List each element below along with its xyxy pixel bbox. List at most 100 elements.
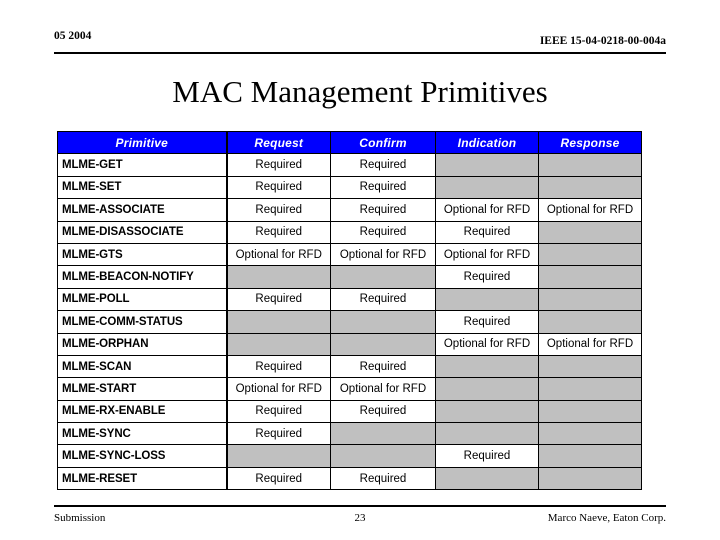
cell-request: Optional for RFD bbox=[226, 242, 331, 267]
cell-indication: Optional for RFD bbox=[435, 332, 539, 356]
cell-primitive-name: MLME-RX-ENABLE bbox=[57, 399, 228, 424]
cell-request bbox=[226, 310, 331, 334]
cell-primitive-name: MLME-SET bbox=[57, 175, 228, 200]
table-row: MLME-SET Required Required bbox=[57, 175, 642, 200]
cell-primitive-name: MLME-BEACON-NOTIFY bbox=[57, 265, 228, 289]
table-body: MLME-GET Required Required MLME-SET Required… bbox=[57, 153, 642, 491]
cell-confirm: Required bbox=[330, 153, 436, 177]
table-row: MLME-DISASSOCIATE Required Required Require… bbox=[57, 220, 642, 244]
cell-response bbox=[538, 153, 642, 177]
cell-indication bbox=[435, 422, 539, 446]
cell-response bbox=[538, 354, 642, 379]
cell-confirm bbox=[330, 332, 436, 356]
cell-response bbox=[538, 175, 642, 200]
table-row: MLME-ORPHAN Optional for RFD Optional for … bbox=[57, 332, 642, 356]
cell-request bbox=[226, 444, 331, 468]
cell-primitive-name: MLME-START bbox=[57, 377, 228, 401]
cell-indication bbox=[435, 466, 539, 491]
cell-response: Optional for RFD bbox=[538, 332, 642, 356]
table-row: MLME-START Optional for RFD Optional for R… bbox=[57, 377, 642, 401]
table-row: MLME-GET Required Required bbox=[57, 153, 642, 177]
cell-response bbox=[538, 466, 642, 491]
header-divider bbox=[54, 52, 666, 54]
cell-request: Required bbox=[226, 287, 331, 312]
cell-indication bbox=[435, 399, 539, 424]
column-header-confirm: Confirm bbox=[330, 130, 436, 155]
table-row: MLME-COMM-STATUS Required bbox=[57, 310, 642, 334]
cell-confirm bbox=[330, 265, 436, 289]
cell-indication bbox=[435, 377, 539, 401]
cell-confirm: Required bbox=[330, 175, 436, 200]
cell-confirm: Required bbox=[330, 399, 436, 424]
cell-indication bbox=[435, 175, 539, 200]
cell-response bbox=[538, 220, 642, 244]
cell-confirm: Required bbox=[330, 466, 436, 491]
cell-request: Required bbox=[226, 466, 331, 491]
cell-indication bbox=[435, 287, 539, 312]
cell-response bbox=[538, 422, 642, 446]
slide-footer: Submission 23 Marco Naeve, Eaton Corp. bbox=[54, 505, 666, 533]
cell-request: Required bbox=[226, 422, 331, 446]
cell-response bbox=[538, 265, 642, 289]
cell-confirm: Optional for RFD bbox=[330, 377, 436, 401]
slide-header: 05 2004 IEEE 15-04-0218-00-004a bbox=[54, 30, 666, 54]
cell-primitive-name: MLME-GTS bbox=[57, 242, 228, 267]
cell-primitive-name: MLME-DISASSOCIATE bbox=[57, 220, 228, 244]
cell-response bbox=[538, 444, 642, 468]
cell-primitive-name: MLME-ASSOCIATE bbox=[57, 198, 228, 222]
column-header-indication: Indication bbox=[435, 130, 539, 155]
cell-confirm: Required bbox=[330, 354, 436, 379]
cell-request: Required bbox=[226, 354, 331, 379]
cell-indication: Optional for RFD bbox=[435, 242, 539, 267]
table-row: MLME-BEACON-NOTIFY Required bbox=[57, 265, 642, 289]
table-row: MLME-RESET Required Required bbox=[57, 466, 642, 491]
column-header-request: Request bbox=[226, 130, 331, 155]
table-row: MLME-GTS Optional for RFD Optional for RFD… bbox=[57, 242, 642, 267]
cell-primitive-name: MLME-COMM-STATUS bbox=[57, 310, 228, 334]
cell-confirm: Required bbox=[330, 220, 436, 244]
cell-request bbox=[226, 265, 331, 289]
table-row: MLME-SCAN Required Required bbox=[57, 354, 642, 379]
cell-indication bbox=[435, 354, 539, 379]
cell-response bbox=[538, 399, 642, 424]
cell-indication: Required bbox=[435, 444, 539, 468]
cell-response bbox=[538, 377, 642, 401]
slide: 05 2004 IEEE 15-04-0218-00-004a MAC Mana… bbox=[0, 0, 720, 540]
cell-request: Optional for RFD bbox=[226, 377, 331, 401]
primitives-table-container: Primitive Request Confirm Indication Res… bbox=[57, 130, 642, 491]
cell-primitive-name: MLME-RESET bbox=[57, 466, 228, 491]
cell-confirm: Optional for RFD bbox=[330, 242, 436, 267]
page-title: MAC Management Primitives bbox=[172, 74, 548, 109]
cell-response bbox=[538, 287, 642, 312]
column-header-response: Response bbox=[538, 130, 642, 155]
cell-confirm bbox=[330, 422, 436, 446]
cell-primitive-name: MLME-SCAN bbox=[57, 354, 228, 379]
cell-indication: Required bbox=[435, 220, 539, 244]
cell-indication: Required bbox=[435, 265, 539, 289]
cell-confirm: Required bbox=[330, 287, 436, 312]
table-row: MLME-RX-ENABLE Required Required bbox=[57, 399, 642, 424]
cell-response bbox=[538, 310, 642, 334]
cell-primitive-name: MLME-GET bbox=[57, 153, 228, 177]
table-row: MLME-SYNC-LOSS Required bbox=[57, 444, 642, 468]
footer-author: Marco Naeve, Eaton Corp. bbox=[547, 512, 666, 524]
cell-primitive-name: MLME-ORPHAN bbox=[57, 332, 228, 356]
cell-request: Required bbox=[226, 153, 331, 177]
cell-request: Required bbox=[226, 198, 331, 222]
cell-request: Required bbox=[226, 399, 331, 424]
cell-primitive-name: MLME-SYNC bbox=[57, 422, 228, 446]
cell-response bbox=[538, 242, 642, 267]
cell-request: Required bbox=[226, 220, 331, 244]
footer-divider bbox=[54, 505, 666, 507]
table-row: MLME-ASSOCIATE Required Required Optional f… bbox=[57, 198, 642, 222]
cell-response: Optional for RFD bbox=[538, 198, 642, 222]
header-document-number: IEEE 15-04-0218-00-004a bbox=[539, 35, 666, 47]
cell-indication bbox=[435, 153, 539, 177]
cell-primitive-name: MLME-POLL bbox=[57, 287, 228, 312]
cell-request: Required bbox=[226, 175, 331, 200]
cell-request bbox=[226, 332, 331, 356]
header-date: 05 2004 bbox=[54, 30, 92, 42]
cell-primitive-name: MLME-SYNC-LOSS bbox=[57, 444, 228, 468]
column-header-primitive: Primitive bbox=[57, 130, 228, 155]
cell-confirm: Required bbox=[330, 198, 436, 222]
